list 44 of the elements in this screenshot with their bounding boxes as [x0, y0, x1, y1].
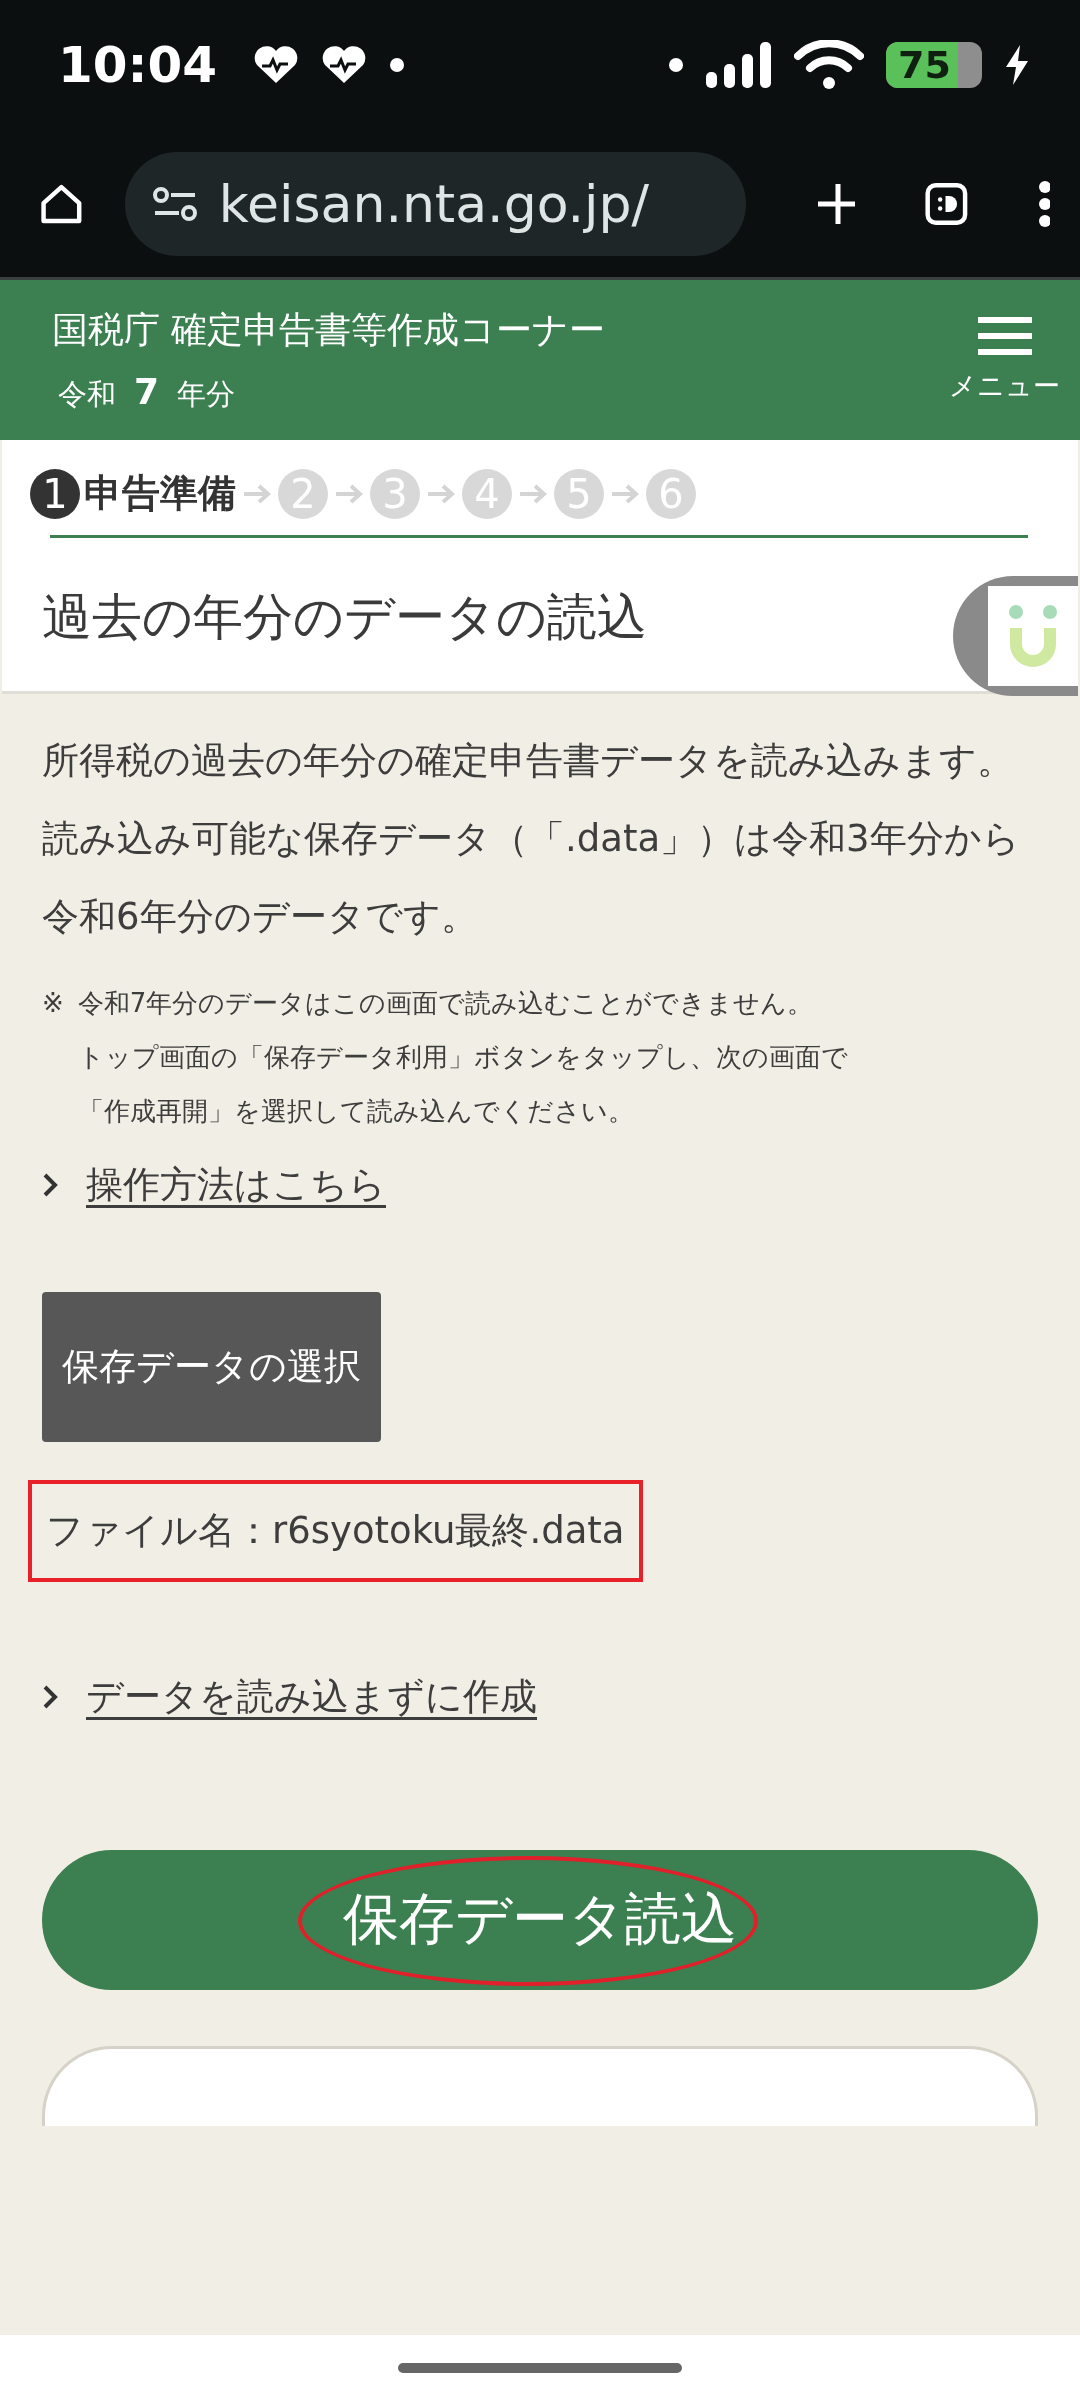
smile-icon — [1008, 604, 1058, 668]
dot-icon — [389, 57, 406, 73]
signal-icon — [706, 42, 772, 88]
arrow-icon — [242, 482, 272, 505]
heart-icon — [253, 45, 300, 85]
page-title: 過去の年分のデータの読込 — [41, 587, 648, 648]
dot-icon — [668, 57, 684, 73]
arrow-icon — [334, 482, 364, 505]
step-label: 申告準備 — [84, 470, 236, 517]
charging-icon — [1004, 45, 1030, 85]
arrow-icon — [610, 482, 640, 505]
era-label: 令和 — [58, 375, 116, 413]
description-text: 所得税の過去の年分の確定申告書データを読み込みます。 — [42, 738, 1015, 784]
arrow-icon — [518, 482, 548, 505]
chevron-icon — [42, 1172, 58, 1198]
note-mark: ※ — [42, 987, 64, 1020]
note-text: 令和7年分のデータはこの画面で読み込むことができません。 — [77, 987, 815, 1020]
clock: 10:04 — [58, 36, 218, 94]
year-suffix: 年分 — [177, 375, 236, 413]
load-data-button[interactable]: 保存データ読込 — [42, 1850, 1038, 1990]
select-data-button[interactable]: 保存データの選択 — [42, 1292, 381, 1442]
plus-icon[interactable] — [815, 181, 855, 226]
chat-widget[interactable] — [953, 576, 1078, 696]
menu-button[interactable]: メニュー — [949, 316, 1060, 404]
skip-link[interactable]: データを読み込まずに作成 — [86, 1672, 537, 1722]
address-bar[interactable]: keisan.nta.go.jp/ — [124, 151, 746, 256]
note-text: 「作成再開」を選択して読み込んでください。 — [77, 1095, 635, 1128]
note-text: トップ画面の「保存データ利用」ボタンをタップし、次の画面で — [77, 1041, 848, 1074]
year-number: 7 — [134, 370, 160, 412]
battery-icon: 75 — [886, 42, 982, 88]
more-menu-icon[interactable] — [1037, 179, 1050, 228]
chevron-icon — [42, 1684, 58, 1710]
step-number: 1 — [30, 468, 80, 519]
menu-icon — [977, 316, 1032, 356]
file-name-text: ファイル名：r6syotoku最終.data — [28, 1480, 643, 1582]
help-link[interactable]: 操作方法はこちら — [86, 1160, 386, 1210]
home-indicator[interactable] — [398, 2362, 682, 2373]
heart-icon — [321, 45, 368, 85]
wifi-icon — [794, 40, 864, 90]
description-text: 読み込み可能な保存データ（「.data」）は令和3年分から令和6年分のデータです。 — [42, 816, 1021, 940]
site-settings-icon[interactable] — [152, 186, 197, 221]
site-title: 国税庁 確定申告書等作成コーナー — [52, 307, 606, 352]
arrow-icon — [426, 482, 456, 505]
url-text: keisan.nta.go.jp/ — [218, 173, 650, 234]
